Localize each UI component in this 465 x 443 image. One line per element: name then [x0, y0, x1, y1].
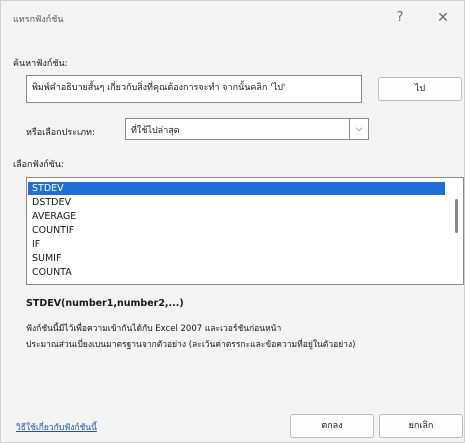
function-description-line-2: ประมาณส่วนเบี่ยงเบนมาตรฐานจากตัวอย่าง (ล…: [26, 340, 356, 350]
help-icon[interactable]: ?: [386, 6, 414, 30]
ok-button[interactable]: ตกลง: [290, 414, 374, 438]
function-item-counta[interactable]: COUNTA: [28, 266, 445, 279]
go-button[interactable]: ไป: [378, 77, 462, 101]
search-description-input[interactable]: พิมพ์คำอธิบายสั้นๆ เกี่ยวกับสิ่งที่คุณต้…: [26, 75, 362, 103]
function-listbox[interactable]: STDEV DSTDEV AVERAGE COUNTIF IF SUMIF CO…: [26, 177, 464, 285]
chevron-down-icon[interactable]: ⌵: [349, 119, 368, 139]
function-description-line-1: ฟังก์ชันนี้มีไว้เพื่อความเข้ากันได้กับ E…: [26, 324, 282, 334]
function-item-countif[interactable]: COUNTIF: [28, 224, 445, 237]
help-on-function-link[interactable]: วิธีใช้เกี่ยวกับฟังก์ชันนี้: [16, 420, 97, 434]
insert-function-dialog: แทรกฟังก์ชัน ? ✕ ค้นหาฟังก์ชัน: พิมพ์คำอ…: [0, 0, 465, 443]
category-select[interactable]: ที่ใช้ไปล่าสุด ⌵: [125, 118, 369, 140]
scrollbar-thumb[interactable]: [455, 199, 458, 233]
function-item-if[interactable]: IF: [28, 238, 445, 251]
list-scrollbar[interactable]: [448, 179, 462, 283]
search-function-label: ค้นหาฟังก์ชัน:: [13, 59, 68, 69]
function-item-dstdev[interactable]: DSTDEV: [28, 196, 445, 209]
category-selected-value: ที่ใช้ไปล่าสุด: [131, 126, 180, 136]
function-item-stdev[interactable]: STDEV: [28, 182, 445, 195]
select-function-label: เลือกฟังก์ชัน:: [13, 160, 64, 170]
cancel-button[interactable]: ยกเลิก: [379, 414, 463, 438]
function-item-sumif[interactable]: SUMIF: [28, 252, 445, 265]
dialog-title: แทรกฟังก์ชัน: [13, 15, 64, 25]
function-syntax: STDEV(number1,number2,...): [26, 298, 184, 309]
category-label: หรือเลือกประเภท:: [26, 128, 95, 138]
close-icon[interactable]: ✕: [429, 6, 457, 30]
title-bar: แทรกฟังก์ชัน ? ✕: [1, 1, 464, 35]
function-item-average[interactable]: AVERAGE: [28, 210, 445, 223]
